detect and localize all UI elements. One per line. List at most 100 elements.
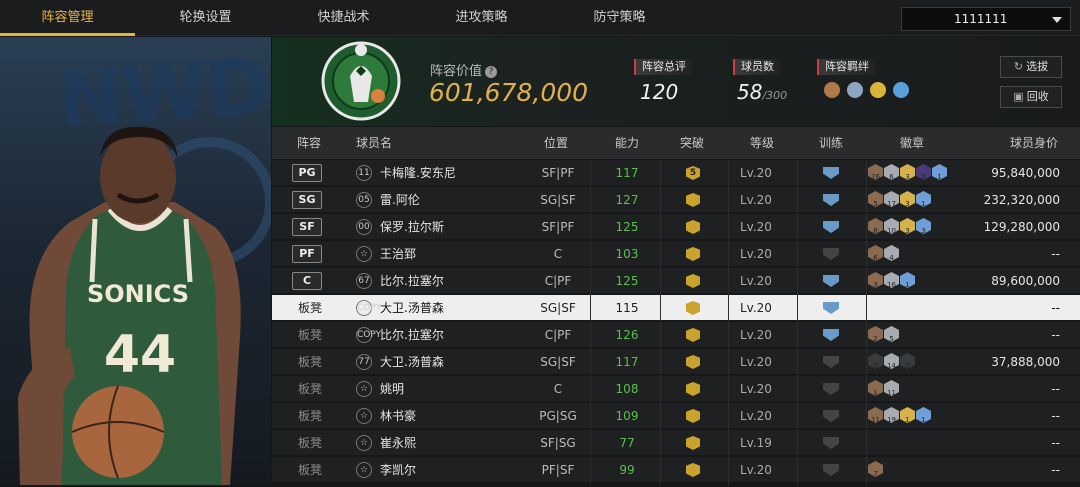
breakthrough-crown-icon[interactable]	[686, 382, 700, 396]
player-name[interactable]: 大卫.汤普森	[380, 295, 444, 321]
player-name[interactable]: 王治郅	[380, 241, 416, 267]
badge-list[interactable]: 11 19 1 1	[868, 407, 931, 425]
breakthrough-crown-icon[interactable]	[686, 274, 700, 288]
badge-list[interactable]: 8 10 3 3	[868, 218, 931, 236]
badge-amethyst-icon: 0	[916, 164, 931, 180]
player-name[interactable]: 雷.阿伦	[380, 187, 420, 213]
player-name[interactable]: 卡梅隆.安东尼	[380, 160, 456, 186]
bench-slot[interactable]: 板凳	[298, 322, 322, 348]
team-logo	[316, 36, 406, 130]
chemistry-bond-icon[interactable]	[893, 82, 909, 98]
roster-row[interactable]: PG 11 卡梅隆.安东尼 SF|PF 117 5 Lv.20 26 6 3 0 1 95,840,00…	[272, 160, 1080, 186]
breakthrough-crown-icon[interactable]: 5	[686, 166, 700, 180]
player-ability: 108	[615, 382, 639, 396]
roster-row[interactable]: 板凳 ☆ 姚明 C 108 Lv.20 1 11 --	[272, 376, 1080, 402]
training-icon[interactable]	[823, 302, 839, 314]
tab-quick-tactics[interactable]: 快捷战术	[276, 0, 411, 36]
bench-slot[interactable]: 板凳	[298, 295, 322, 321]
breakthrough-crown-icon[interactable]	[686, 247, 700, 261]
tab-offense-strategy[interactable]: 进攻策略	[414, 0, 549, 36]
training-icon[interactable]	[823, 437, 839, 449]
position-slot[interactable]: SF	[292, 218, 322, 236]
player-name[interactable]: 李凯尔	[380, 457, 416, 483]
player-price: --	[1051, 409, 1060, 423]
roster-row[interactable]: SF 00 保罗.拉尔斯 SF|PF 125 Lv.20 8 10 3 3 129,280,000	[272, 214, 1080, 240]
roster-row[interactable]: 板凳 ☆ 林书豪 PG|SG 109 Lv.20 11 19 1 1 --	[272, 403, 1080, 429]
badge-bronze-icon: 6	[868, 245, 883, 261]
player-name[interactable]: 比尔.拉塞尔	[380, 268, 444, 294]
badge-list[interactable]: 3 16 1	[868, 272, 915, 290]
badge-list[interactable]: 1 11	[868, 380, 899, 398]
player-name[interactable]: 姚明	[380, 376, 404, 402]
badge-silver-icon: 6	[884, 164, 899, 180]
roster-row[interactable]: 板凳 ☆ 崔永熙 SF|SG 77 Lv.19 --	[272, 430, 1080, 456]
player-name[interactable]: 保罗.拉尔斯	[380, 214, 444, 240]
breakthrough-crown-icon[interactable]	[686, 301, 700, 315]
breakthrough-crown-icon[interactable]	[686, 409, 700, 423]
badge-gold-icon: 3	[900, 218, 915, 234]
tab-lineup-management[interactable]: 阵容管理	[0, 0, 135, 36]
bench-slot[interactable]: 板凳	[298, 457, 322, 483]
training-icon[interactable]	[823, 464, 839, 476]
training-icon[interactable]	[823, 275, 839, 287]
badge-list[interactable]: 25	[868, 326, 899, 344]
player-price: 129,280,000	[983, 220, 1060, 234]
tab-defense-strategy[interactable]: 防守策略	[552, 0, 687, 36]
breakthrough-crown-icon[interactable]	[686, 328, 700, 342]
training-icon[interactable]	[823, 167, 839, 179]
roster-row[interactable]: SG 05 雷.阿伦 SG|SF 127 Lv.20 5 17 3 1 232,320,000	[272, 187, 1080, 213]
badge-list[interactable]: 64	[868, 245, 899, 263]
player-name[interactable]: 崔永熙	[380, 430, 416, 456]
bench-slot[interactable]: 板凳	[298, 430, 322, 456]
position-slot[interactable]: PF	[292, 245, 322, 263]
roster-row[interactable]: 板凳 77 大卫.汤普森 SG|SF 117 Lv.20 0 14 0 37,888,000	[272, 349, 1080, 375]
training-icon[interactable]	[823, 329, 839, 341]
player-name[interactable]: 大卫.汤普森	[380, 349, 444, 375]
player-ability: 125	[615, 274, 639, 288]
player-position: SG|SF	[540, 301, 576, 315]
chemistry-bond-icon[interactable]	[847, 82, 863, 98]
training-icon[interactable]	[823, 248, 839, 260]
player-price: --	[1051, 436, 1060, 450]
roster-row[interactable]: 板凳 COPY 大卫.汤普森 SG|SF 115 Lv.20 --	[272, 295, 1080, 321]
training-icon[interactable]	[823, 221, 839, 233]
bench-slot[interactable]: 板凳	[298, 376, 322, 402]
roster-row[interactable]: 板凳 COPY 比尔.拉塞尔 C|PF 126 Lv.20 2 5 --	[272, 322, 1080, 348]
bench-slot[interactable]: 板凳	[298, 349, 322, 375]
account-dropdown[interactable]: 1111111	[901, 7, 1071, 31]
chemistry-bond-icon[interactable]	[824, 82, 840, 98]
breakthrough-crown-icon[interactable]	[686, 220, 700, 234]
badge-list[interactable]: 0 14 0	[868, 353, 915, 371]
player-name[interactable]: 比尔.拉塞尔	[380, 322, 444, 348]
roster-row[interactable]: 板凳 ☆ 李凯尔 PF|SF 99 Lv.20 7 --	[272, 457, 1080, 483]
position-slot[interactable]: PG	[292, 164, 322, 182]
player-name[interactable]: 林书豪	[380, 403, 416, 429]
roster-row[interactable]: PF ☆ 王治郅 C 103 Lv.20 6 4 --	[272, 241, 1080, 267]
training-icon[interactable]	[823, 194, 839, 206]
badge-silver-icon: 5	[884, 326, 899, 342]
badge-list[interactable]: 7	[868, 461, 883, 479]
background-logo-text: NWDE	[55, 37, 271, 147]
badge-list[interactable]: 5 17 3 1	[868, 191, 931, 209]
chemistry-bond-icon[interactable]	[870, 82, 886, 98]
badge-bronze-icon: 3	[868, 272, 883, 288]
tab-rotation-settings[interactable]: 轮换设置	[138, 0, 273, 36]
training-icon[interactable]	[823, 383, 839, 395]
breakthrough-crown-icon[interactable]	[686, 193, 700, 207]
position-slot[interactable]: C	[292, 272, 322, 290]
training-icon[interactable]	[823, 410, 839, 422]
jersey-number: 77	[356, 354, 372, 370]
help-icon[interactable]: ?	[485, 66, 498, 78]
breakthrough-crown-icon[interactable]	[686, 463, 700, 477]
breakthrough-crown-icon[interactable]	[686, 436, 700, 450]
roster-row[interactable]: C 67 比尔.拉塞尔 C|PF 125 Lv.20 3 16 1 89,600,000	[272, 268, 1080, 294]
bench-slot[interactable]: 板凳	[298, 403, 322, 429]
select-button[interactable]: ↻ 选拔	[1000, 56, 1062, 78]
badge-list[interactable]: 26 6 3 0 1	[868, 164, 947, 182]
training-icon[interactable]	[823, 356, 839, 368]
badge-bronze-icon: 26	[868, 164, 883, 180]
breakthrough-crown-icon[interactable]	[686, 355, 700, 369]
recycle-button[interactable]: ▣ 回收	[1000, 86, 1062, 108]
account-value: 1111111	[954, 12, 1008, 26]
position-slot[interactable]: SG	[292, 191, 322, 209]
